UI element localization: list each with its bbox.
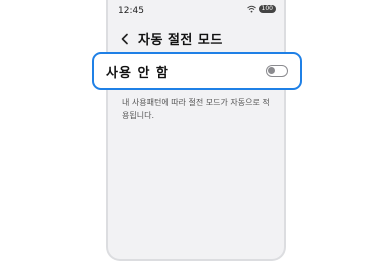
chevron-left-icon[interactable] (118, 32, 132, 46)
status-icons: 100 (246, 5, 276, 13)
toggle-knob (268, 67, 275, 74)
setting-description: 내 사용패턴에 따라 절전 모드가 자동으로 적용됩니다. (122, 98, 270, 120)
status-time: 12:45 (118, 6, 144, 16)
wifi-icon (246, 5, 256, 13)
page-title: 자동 절전 모드 (138, 33, 223, 48)
status-bar: 12:45 100 (108, 0, 284, 22)
header: 자동 절전 모드 (118, 29, 223, 48)
toggle-switch[interactable] (266, 65, 288, 77)
battery-badge: 100 (258, 5, 276, 13)
phone-frame: 12:45 100 자동 절전 모드 내 사용패턴에 따라 절전 모드가 자동으… (106, 0, 286, 261)
toggle-label: 사용 안 함 (106, 65, 169, 81)
setting-toggle-row[interactable]: 사용 안 함 (92, 52, 302, 90)
